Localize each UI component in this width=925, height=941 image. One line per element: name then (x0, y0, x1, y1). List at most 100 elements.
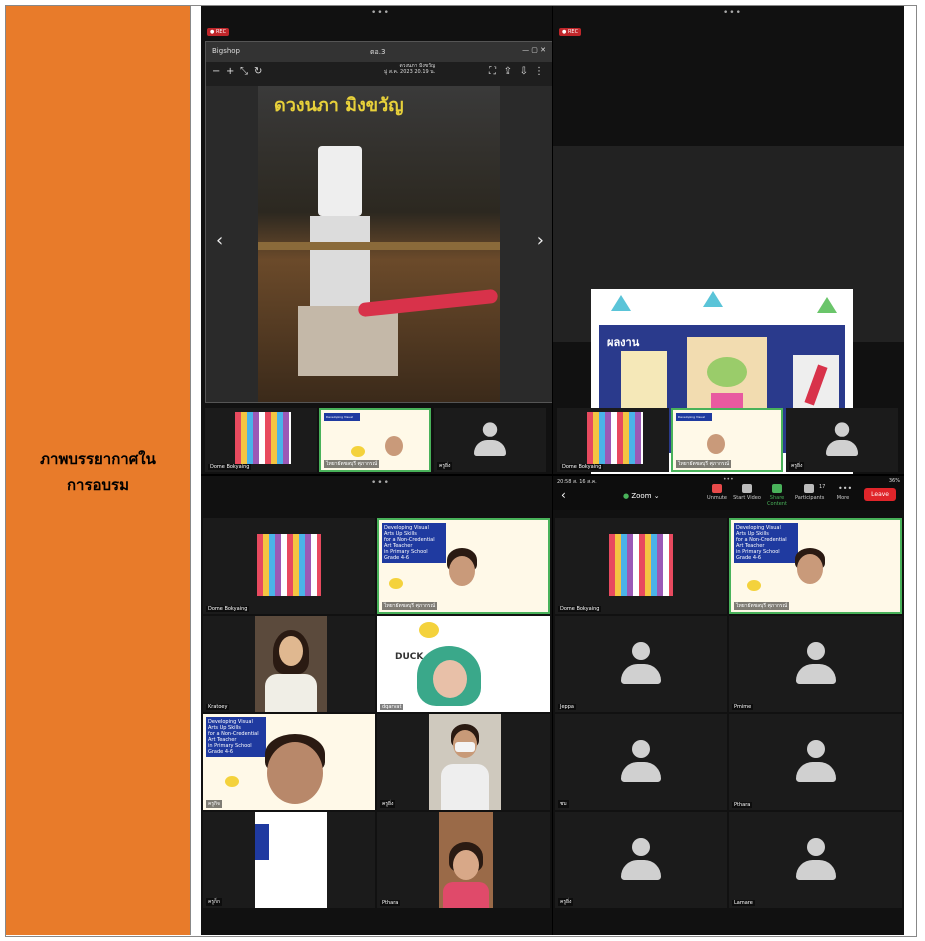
zoom-in-icon[interactable]: + (226, 66, 234, 77)
participant-tile[interactable]: Developing Visual Arts Up Skills for a Non… (203, 714, 375, 810)
avatar-icon (795, 740, 836, 784)
participant-tile-active[interactable]: Developing Visual Arts Up Skills for a Non… (729, 518, 902, 614)
more-button[interactable]: ••• More (829, 484, 857, 501)
download-icon[interactable]: ⇩ (520, 66, 528, 77)
shelf (258, 242, 500, 250)
leave-button[interactable]: Leave (864, 488, 896, 501)
video-feed (235, 412, 291, 464)
red-piece (804, 364, 828, 406)
zoom-menu[interactable]: ● Zoom ⌄ (623, 492, 660, 500)
photo-caption: ดวงนภา มิงขวัญ มู่ ส.ค. 2023 20.19 น. (384, 63, 435, 75)
avatar-icon (621, 642, 661, 686)
share-icon[interactable]: ⇪ (504, 66, 512, 77)
participant-tile[interactable]: Pmime (729, 616, 902, 712)
presenter-face (449, 556, 475, 586)
duck-icon (419, 622, 439, 638)
more-horizontal-icon: ••• (838, 484, 853, 493)
start-video-button[interactable]: Start Video (733, 484, 761, 501)
participant-name: ครูยิ่ง (789, 462, 805, 470)
participant-tile[interactable]: Jeppa (555, 616, 727, 712)
participant-shirt (265, 674, 317, 712)
next-arrow-icon[interactable]: › (537, 230, 544, 251)
screenshot-collage: ••• ● REC Bigshop ตอ.3 — ▢ ✕ − + ⤡ ↻ ⛶ ⇪… (201, 6, 904, 935)
more-dots-icon: ••• (371, 478, 390, 488)
participant-name: Lamare (732, 900, 755, 906)
video-feed (257, 534, 321, 596)
participant-name: Kratoey (206, 704, 230, 710)
slide-text: DUCK (395, 652, 424, 662)
participant-tile[interactable]: Pthara (729, 714, 902, 810)
bottom-left-screenshot: ••• Dome Bokyaing Developing Visual Arts … (201, 476, 552, 935)
participant-tile-active[interactable]: Developing Visual Arts Up Skills for a Non… (377, 518, 550, 614)
participant-name: ครูยิ่ง (437, 462, 453, 470)
more-dots-icon: ••• (371, 8, 390, 18)
stapler (357, 288, 499, 318)
back-chevron-icon[interactable]: ‹ (561, 488, 566, 502)
participant-name: Jeppa (558, 704, 576, 710)
participant-tile[interactable]: Pthara (377, 812, 550, 908)
participant-tile[interactable]: Lamare (729, 812, 902, 908)
duck-icon (225, 776, 239, 787)
zoom-top-bar: 20:58 ส. 16 ส.ค. ••• 36% ‹ ● Zoom ⌄ Unmu… (553, 476, 904, 510)
participant-name: dqarvat (380, 704, 404, 710)
participant-tile[interactable]: Kratoey (203, 616, 375, 712)
participant-tile[interactable]: ครูยิ่ง (555, 812, 727, 908)
viewer-toolbar: − + ⤡ ↻ ⛶ ⇪ ⇩ ⋮ ดวงนภา มิงขวัญ มู่ ส.ค. … (206, 62, 552, 86)
participant-tile-active[interactable]: Developing Visual ไทยายัตชลบุรี ศุภากรณ์ (319, 408, 431, 472)
share-content-button[interactable]: Share Content (763, 484, 791, 507)
video-feed (429, 714, 501, 810)
presenter-face (707, 434, 725, 454)
avatar-icon (795, 838, 836, 882)
participants-count: 17 (819, 484, 826, 490)
participant-tile[interactable]: ครูยิ่ง (786, 408, 898, 472)
participant-shirt (443, 882, 489, 908)
participant-tile[interactable]: ครูยิ่ง (434, 408, 546, 472)
presenter-face (385, 436, 403, 456)
participant-face (279, 636, 303, 666)
participant-tile[interactable]: DUCK dqarvat (377, 616, 550, 712)
participant-tile[interactable]: Dome Bokyaing (555, 518, 727, 614)
viewer-title: ตอ.3 (370, 48, 386, 56)
duck-icon (747, 580, 761, 591)
slide-title-box: Developing Visual Arts Up Skills for a Non… (206, 717, 266, 757)
label-cell: ภาพบรรยากาศใน การอบรม (6, 6, 191, 935)
fullscreen-icon[interactable]: ⤡ (240, 66, 248, 77)
star-decoration (703, 291, 723, 307)
avatar-icon (474, 422, 506, 457)
participant-tile[interactable]: ครูยิ่ง (377, 714, 550, 810)
bowl-shape (707, 357, 747, 387)
participant-name: Dome Bokyaing (206, 606, 250, 612)
slide-title-box: Developing Visual Arts Up Skills for a Non… (382, 523, 446, 563)
participant-tile[interactable]: ชบ (555, 714, 727, 810)
slide-title-box: Developing Visual Arts Up Skills for a Non… (734, 523, 798, 563)
participant-tile[interactable]: ครูก็ก (203, 812, 375, 908)
star-decoration (817, 297, 837, 313)
unmute-button[interactable]: Unmute (703, 484, 731, 501)
top-left-screenshot: ••• ● REC Bigshop ตอ.3 — ▢ ✕ − + ⤡ ↻ ⛶ ⇪… (201, 6, 552, 474)
status-time: 20:58 ส. 16 ส.ค. (557, 479, 597, 485)
participant-name: Dome Bokyaing (558, 606, 602, 612)
participants-icon (804, 484, 814, 493)
rec-badge: ● REC (559, 28, 582, 36)
shield-icon: ● (623, 492, 630, 500)
participant-tile[interactable]: Dome Bokyaing (205, 408, 317, 472)
participant-tile[interactable]: Dome Bokyaing (203, 518, 375, 614)
photo-title: ดวงนภา มิงขวัญ (274, 95, 404, 116)
fit-icon[interactable]: ⛶ (489, 66, 496, 77)
window-controls-icon[interactable]: — ▢ ✕ (522, 46, 546, 54)
more-dots-icon: ••• (723, 8, 742, 18)
more-icon[interactable]: ⋮ (534, 66, 544, 77)
prev-arrow-icon[interactable]: ‹ (216, 230, 223, 251)
participant-name: Dome Bokyaing (208, 464, 252, 470)
participant-tile[interactable]: Dome Bokyaing (557, 408, 669, 472)
battery-level: 36% (888, 478, 900, 484)
participant-name: ครูยิ่ง (380, 800, 396, 808)
zoom-label: Zoom (631, 492, 652, 500)
artwork-photo: ดวงนภา มิงขวัญ (258, 86, 500, 402)
participant-name: ครูยิ่ง (558, 898, 574, 906)
participant-tile-active[interactable]: Developing Visual ไทยายัตชลบุรี ศุภากรณ์ (671, 408, 783, 472)
zoom-out-icon[interactable]: − (212, 66, 220, 77)
rec-badge: ● REC (207, 28, 230, 36)
camera-off-icon (742, 484, 752, 493)
rotate-icon[interactable]: ↻ (254, 66, 262, 77)
